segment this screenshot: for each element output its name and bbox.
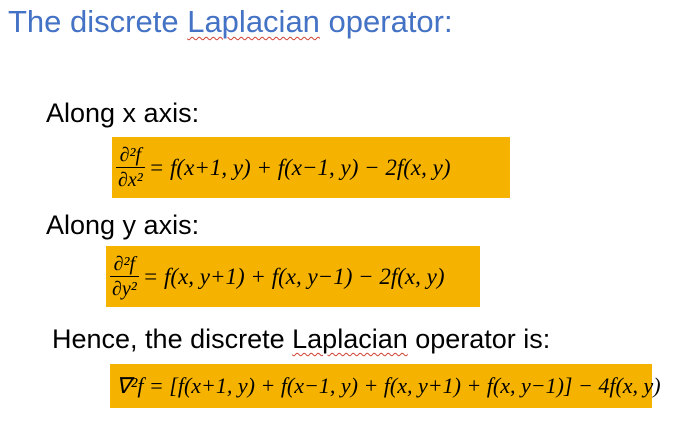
hence-text-before: Hence, the discrete — [52, 324, 293, 354]
laplacian-formula: ∇²f = [f(x+1, y) + f(x−1, y) + f(x, y+1)… — [116, 373, 661, 398]
x-equation-rhs: = f(x+1, y) + f(x−1, y) − 2f(x, y) — [148, 154, 451, 180]
along-x-label: Along x axis: — [46, 98, 200, 128]
x-derivative-equation: ∂²f ∂x² = f(x+1, y) + f(x−1, y) − 2f(x, … — [112, 137, 510, 198]
title-text-after: operator: — [319, 4, 453, 39]
y-equation-rhs: = f(x, y+1) + f(x, y−1) − 2f(x, y) — [142, 263, 445, 289]
x-fraction-denominator: ∂x² — [116, 167, 145, 191]
hence-text-after: operator is: — [407, 324, 551, 354]
hence-statement: Hence, the discrete Laplacian operator i… — [52, 324, 550, 355]
laplacian-formula-box: ∇²f = [f(x+1, y) + f(x−1, y) + f(x, y+1)… — [110, 364, 661, 408]
x-fraction-numerator: ∂²f — [119, 144, 142, 166]
hence-text-laplacian: Laplacian — [292, 324, 408, 354]
title-text-laplacian: Laplacian — [187, 4, 320, 39]
y-fraction-numerator: ∂²f — [113, 253, 136, 275]
slide-title: The discrete Laplacian operator: — [8, 4, 453, 40]
y-derivative-equation: ∂²f ∂y² = f(x, y+1) + f(x, y−1) − 2f(x, … — [106, 246, 480, 307]
y-fraction-denominator: ∂y² — [110, 276, 139, 300]
along-y-label: Along y axis: — [46, 210, 200, 240]
x-derivative-fraction: ∂²f ∂x² — [116, 145, 145, 190]
y-derivative-fraction: ∂²f ∂y² — [110, 254, 139, 299]
title-text-before: The discrete — [8, 4, 188, 39]
